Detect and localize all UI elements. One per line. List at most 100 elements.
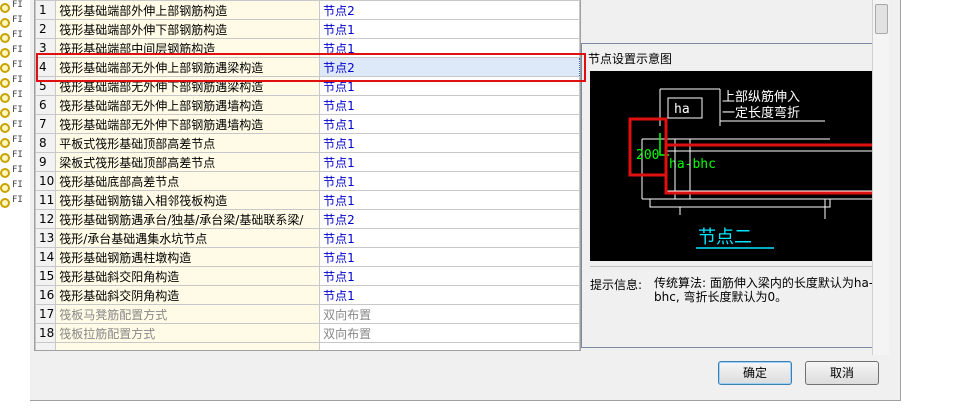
row-name: 筏形基础端部外伸上部钢筋构造 [55,0,321,20]
node-icon [0,153,10,163]
row-value[interactable]: 节点1 [319,247,580,267]
row-value[interactable]: 节点1 [319,76,580,96]
row-number: 13 [35,228,57,248]
row-value[interactable]: 节点1 [319,228,580,248]
row-number: 2 [35,19,57,39]
row-number: 6 [35,95,57,115]
row-value[interactable]: 节点1 [319,133,580,153]
tree-item-label: FI [12,15,23,25]
tree-item[interactable]: FI [0,135,30,151]
row-name: 筏板拉筋配置方式 [55,323,321,343]
cancel-button[interactable]: 取消 [805,361,879,385]
table-row[interactable]: 10 筏形基础底部高差节点 节点1 [35,171,580,191]
row-value[interactable]: 节点1 [319,285,580,305]
row-value[interactable]: 节点1 [319,19,580,39]
scrollbar-thumb[interactable] [875,4,888,34]
row-value[interactable]: 节点1 [319,114,580,134]
node-icon [0,78,10,88]
tree-item[interactable]: FI [0,60,30,76]
tree-item-label: FI [12,75,23,85]
table-row[interactable]: 1 筏形基础端部外伸上部钢筋构造 节点2 [35,0,580,20]
tree-item[interactable]: FI [0,0,30,16]
row-value[interactable]: 节点1 [319,171,580,191]
table-row[interactable]: 13 筏形/承台基础遇集水坑节点 节点1 [35,228,580,248]
tree-item[interactable]: FI [0,75,30,91]
row-value-dropdown[interactable]: 节点2 [319,57,580,77]
diagram-label-ha: ha [674,102,690,117]
row-name: 筏形基础端部无外伸上部钢筋遇墙构造 [55,95,321,115]
tree-item[interactable]: FI [0,180,30,196]
row-name: 筏形基础钢筋遇承台/独基/承台梁/基础联系梁/ [55,209,321,229]
node-icon [0,18,10,28]
vertical-scrollbar[interactable] [872,0,889,355]
row-name: 筏形基础端部外伸下部钢筋构造 [55,19,321,39]
node-icon [0,108,10,118]
row-value[interactable]: 节点2 [319,209,580,229]
tree-item-label: FI [12,45,23,55]
row-number: 3 [35,38,57,58]
ok-button[interactable]: 确定 [718,361,792,385]
table-row[interactable]: 7 筏形基础端部无外伸下部钢筋遇墙构造 节点1 [35,114,580,134]
table-row-selected[interactable]: 4 筏形基础端部无外伸上部钢筋遇梁构造 节点2 [35,57,580,77]
row-value[interactable]: 节点1 [319,190,580,210]
node-icon [0,48,10,58]
row-number: 7 [35,114,57,134]
row-number: 5 [35,76,57,96]
tree-item[interactable]: FI [0,120,30,136]
table-row[interactable]: 11 筏形基础钢筋锚入相邻筏板构造 节点1 [35,190,580,210]
tree-item[interactable]: FI [0,195,30,211]
table-row[interactable]: 15 筏形基础斜交阳角构造 节点1 [35,266,580,286]
row-value[interactable]: 节点1 [319,95,580,115]
node-icon [0,183,10,193]
row-name: 筏形基础斜交阴角构造 [55,285,321,305]
tree-item[interactable]: FI [0,105,30,121]
table-row[interactable]: 12 筏形基础钢筋遇承台/独基/承台梁/基础联系梁/节点2 [35,209,580,229]
table-row[interactable]: 9 梁板式筏形基础顶部高差节点 节点1 [35,152,580,172]
tree-item[interactable]: FI [0,15,30,31]
node-diagram-svg: ha 上部纵筋伸入 一定长度弯折 200 ha-bhc 节点二 [628,88,882,249]
row-number: 10 [35,171,57,191]
table-row[interactable]: 5 筏形基础端部无外伸下部钢筋遇梁构造 节点1 [35,76,580,96]
row-name: 筏形基础钢筋锚入相邻筏板构造 [55,190,321,210]
hint-text: 传统算法: 面筋伸入梁内的长度默认为ha-bhc, 弯折长度默认为0。 [654,276,874,304]
tree-item-label: FI [12,105,23,115]
table-row[interactable]: 8 平板式筏形基础顶部高差节点 节点1 [35,133,580,153]
table-row-partial [35,342,580,350]
diagram-label-ha-bhc: ha-bhc [669,157,716,172]
row-value [319,342,580,350]
node-preview-panel: 节点设置示意图 ha 上部纵筋伸入 一定长度弯折 200 ha-bhc 节点二 … [581,43,888,348]
row-number: 4 [35,57,57,77]
row-number: 15 [35,266,57,286]
tree-item[interactable]: FI [0,90,30,106]
tree-item-label: FI [12,60,23,70]
tree-item-label: FI [12,150,23,160]
panel-title: 节点设置示意图 [588,52,673,66]
tree-item[interactable]: FI [0,150,30,166]
table-row[interactable]: 6 筏形基础端部无外伸上部钢筋遇墙构造 节点1 [35,95,580,115]
row-value[interactable]: 节点1 [319,152,580,172]
tree-item[interactable]: FI [0,165,30,181]
tree-item[interactable]: FI [0,30,30,46]
tree-item-label: FI [12,165,23,175]
tree-item-label: FI [12,180,23,190]
row-value[interactable]: 节点2 [319,0,580,20]
tree-item[interactable]: FI [0,45,30,61]
table-row[interactable]: 3 筏形基础端部中间层钢筋构造 节点1 [35,38,580,58]
table-row-disabled: 17 筏板马凳筋配置方式 双向布置 [35,304,580,324]
table-row[interactable]: 16 筏形基础斜交阴角构造 节点1 [35,285,580,305]
table-row[interactable]: 14 筏形基础钢筋遇柱墩构造 节点1 [35,247,580,267]
panel-divider [590,266,880,267]
table-row-disabled: 18 筏板拉筋配置方式 双向布置 [35,323,580,343]
row-name: 筏形基础底部高差节点 [55,171,321,191]
tree-item-label: FI [12,195,23,205]
row-number: 1 [35,0,57,20]
row-number: 8 [35,133,57,153]
row-name: 筏板马凳筋配置方式 [55,304,321,324]
row-name: 筏形基础钢筋遇柱墩构造 [55,247,321,267]
tree-item-label: FI [12,90,23,100]
row-value[interactable]: 节点1 [319,38,580,58]
tree-item-label: FI [12,120,23,130]
table-row[interactable]: 2 筏形基础端部外伸下部钢筋构造 节点1 [35,19,580,39]
row-name: 筏形基础端部无外伸下部钢筋遇梁构造 [55,76,321,96]
row-value[interactable]: 节点1 [319,266,580,286]
